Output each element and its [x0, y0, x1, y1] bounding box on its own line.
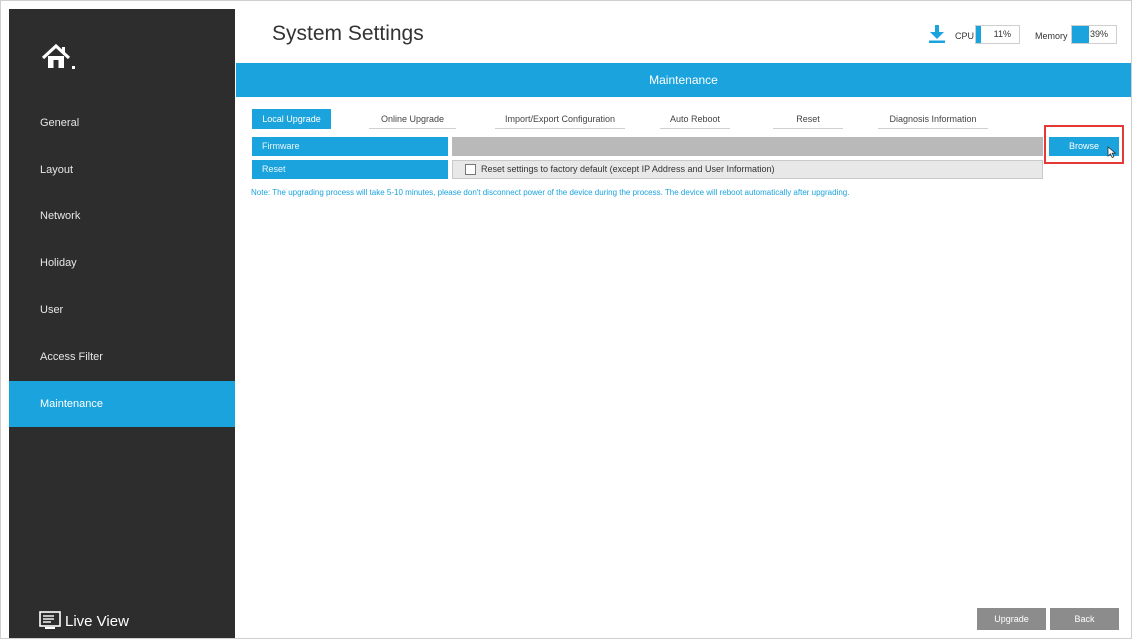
live-view-button[interactable]: Live View — [39, 609, 129, 633]
tab-local-upgrade[interactable]: Local Upgrade — [252, 109, 331, 129]
tab-auto-reboot[interactable]: Auto Reboot — [660, 109, 730, 129]
sidebar-item-layout[interactable]: Layout — [9, 147, 235, 193]
sidebar-item-holiday[interactable]: Holiday — [9, 240, 235, 286]
sidebar-item-user[interactable]: User — [9, 287, 235, 333]
tab-online-upgrade[interactable]: Online Upgrade — [369, 109, 456, 129]
cpu-value: 11% — [993, 29, 1011, 39]
cursor-icon — [1107, 146, 1117, 159]
reset-option: Reset settings to factory default (excep… — [452, 160, 1043, 179]
factory-reset-text: Reset settings to factory default (excep… — [481, 164, 775, 174]
sidebar-item-access-filter[interactable]: Access Filter — [9, 334, 235, 380]
back-button[interactable]: Back — [1050, 608, 1119, 630]
monitor-icon — [39, 611, 61, 629]
sidebar-item-label: Holiday — [40, 257, 77, 269]
sidebar-item-label: Maintenance — [40, 398, 103, 410]
memory-meter-fill — [1072, 26, 1090, 43]
sidebar-item-label: User — [40, 304, 64, 316]
home-icon[interactable] — [41, 43, 77, 71]
tab-diagnosis-information[interactable]: Diagnosis Information — [878, 109, 988, 129]
sidebar-item-label: Layout — [40, 164, 74, 176]
tab-import-export-configuration[interactable]: Import/Export Configuration — [495, 109, 625, 129]
cpu-label: CPU — [955, 31, 975, 41]
memory-meter: 39% — [1071, 25, 1117, 44]
cpu-meter-fill — [976, 26, 981, 43]
upgrade-button[interactable]: Upgrade — [977, 608, 1046, 630]
firmware-label: Firmware — [252, 137, 448, 156]
cpu-meter: 11% — [975, 25, 1020, 44]
sidebar-item-maintenance[interactable]: Maintenance — [9, 381, 235, 427]
sidebar-item-network[interactable]: Network — [9, 193, 235, 239]
live-view-label: Live View — [65, 612, 129, 630]
memory-label: Memory — [1035, 31, 1068, 41]
section-banner: Maintenance — [236, 63, 1131, 97]
tab-reset[interactable]: Reset — [773, 109, 843, 129]
sidebar-item-general[interactable]: General — [9, 100, 235, 146]
upgrade-note: Note: The upgrading process will take 5-… — [251, 188, 850, 197]
sidebar-item-label: General — [40, 117, 80, 129]
firmware-path-field[interactable] — [452, 137, 1043, 156]
page-title: System Settings — [272, 22, 424, 45]
download-icon[interactable] — [929, 25, 945, 43]
factory-reset-checkbox[interactable] — [465, 164, 476, 175]
sidebar: General Layout Network Holiday User Acce… — [9, 9, 235, 638]
memory-value: 39% — [1089, 29, 1108, 39]
sidebar-item-label: Network — [40, 210, 81, 222]
reset-label: Reset — [252, 160, 448, 179]
sidebar-item-label: Access Filter — [40, 351, 103, 363]
